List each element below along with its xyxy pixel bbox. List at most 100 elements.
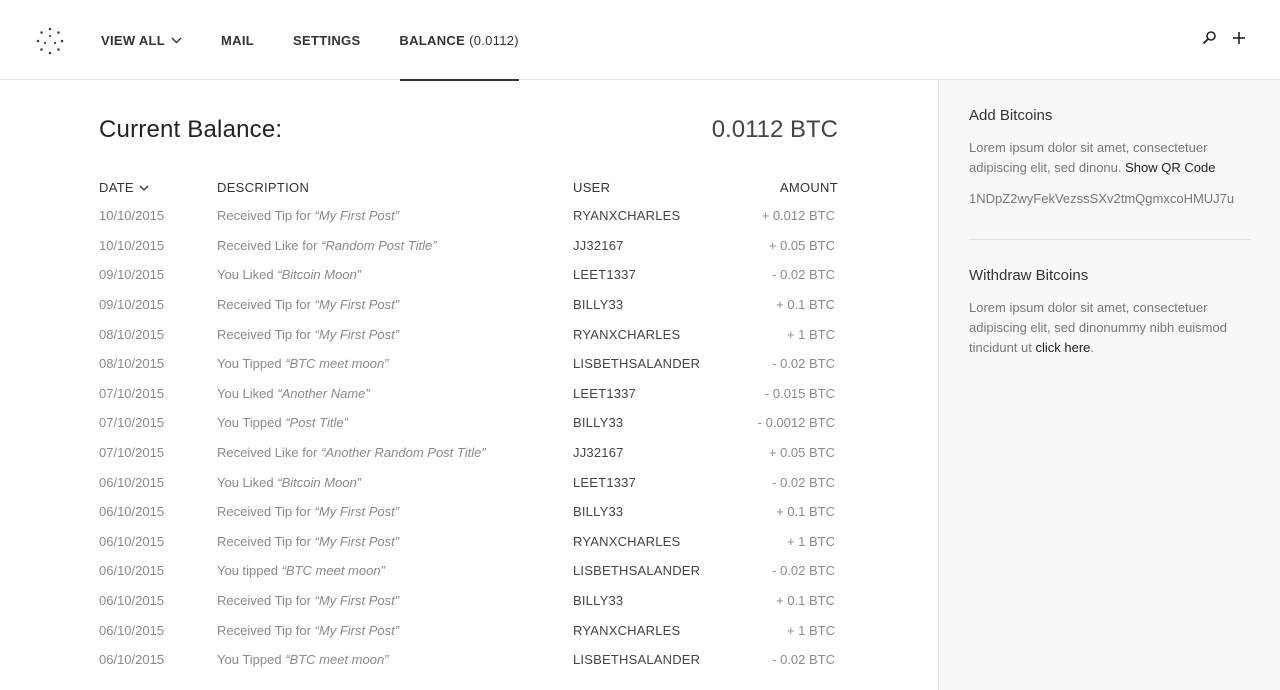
nav-view-all[interactable]: VIEW ALL bbox=[101, 0, 182, 80]
click-here-link[interactable]: click here bbox=[1036, 340, 1091, 355]
row-description-text: Received Tip for bbox=[217, 504, 315, 520]
row-date: 10/10/2015 bbox=[99, 237, 165, 253]
row-user[interactable]: BILLY33 bbox=[573, 408, 733, 438]
row-user[interactable]: BILLY33 bbox=[573, 290, 733, 320]
nav-settings[interactable]: SETTINGS bbox=[293, 0, 360, 80]
col-header-date[interactable]: DATE bbox=[99, 178, 217, 201]
nav-balance-label: BALANCE bbox=[399, 32, 466, 48]
row-description: You Tipped “BTC meet moon” bbox=[217, 349, 573, 379]
show-qr-code-link[interactable]: Show QR Code bbox=[1125, 160, 1215, 175]
row-amount: - 0.02 BTC bbox=[772, 474, 835, 490]
table-row[interactable]: 09/10/2015 Received Tip for “My First Pos… bbox=[99, 290, 839, 320]
top-header: VIEW ALL MAIL SETTINGS BALANCE (0.0112) bbox=[0, 0, 1280, 81]
row-user[interactable]: LEET1337 bbox=[573, 379, 733, 409]
row-user[interactable]: RYANXCHARLES bbox=[573, 527, 733, 557]
col-header-amount: AMOUNT bbox=[779, 179, 838, 195]
row-post-title[interactable]: “My First Post” bbox=[315, 208, 400, 223]
row-description-text: Received Tip for bbox=[217, 297, 315, 313]
table-row[interactable]: 08/10/2015 You Tipped “BTC meet moon” LISB… bbox=[99, 349, 839, 379]
withdraw-bitcoins-text: Lorem ipsum dolor sit amet, consectetuer… bbox=[969, 298, 1251, 358]
row-post-title[interactable]: “BTC meet moon” bbox=[282, 563, 385, 578]
row-user[interactable]: BILLY33 bbox=[573, 586, 733, 616]
col-header-description: DESCRIPTION bbox=[217, 179, 310, 195]
row-post-title[interactable]: “My First Post” bbox=[315, 593, 400, 608]
row-date: 07/10/2015 bbox=[99, 415, 165, 431]
row-description: Received Tip for “My First Post” bbox=[217, 586, 573, 616]
row-description-text: Received Tip for bbox=[217, 208, 315, 224]
transactions-body: 10/10/2015 Received Tip for “My First Pos… bbox=[99, 201, 839, 675]
row-description: Received Tip for “My First Post” bbox=[217, 615, 573, 645]
row-user[interactable]: LISBETHSALANDER bbox=[573, 556, 733, 586]
row-user[interactable]: LEET1337 bbox=[573, 467, 733, 497]
nav-mail[interactable]: MAIL bbox=[221, 0, 254, 80]
row-description-text: You Tipped bbox=[217, 415, 286, 431]
row-date: 10/10/2015 bbox=[99, 208, 165, 224]
search-icon[interactable] bbox=[1201, 30, 1217, 46]
row-description: You Tipped “BTC meet moon” bbox=[217, 645, 573, 675]
row-post-title[interactable]: “BTC meet moon” bbox=[285, 356, 388, 371]
plus-icon[interactable] bbox=[1231, 30, 1247, 46]
row-amount: - 0.02 BTC bbox=[772, 356, 835, 372]
row-amount: + 1 BTC bbox=[786, 533, 835, 549]
table-row[interactable]: 07/10/2015 Received Like for “Another Ran… bbox=[99, 438, 839, 468]
row-user[interactable]: JJ32167 bbox=[573, 231, 733, 261]
row-description: Received Tip for “My First Post” bbox=[217, 201, 573, 231]
row-user[interactable]: RYANXCHARLES bbox=[573, 201, 733, 231]
row-amount: + 1 BTC bbox=[786, 622, 835, 638]
row-date: 06/10/2015 bbox=[99, 563, 165, 579]
row-user[interactable]: RYANXCHARLES bbox=[573, 319, 733, 349]
bitcoin-address[interactable]: 1NDpZ2wyFekVezssSXv2tmQgmxcoHMUJ7u bbox=[969, 191, 1251, 206]
row-description: Received Tip for “My First Post” bbox=[217, 290, 573, 320]
row-post-title[interactable]: “Post Title” bbox=[285, 415, 348, 430]
row-user[interactable]: JJ32167 bbox=[573, 438, 733, 468]
table-row[interactable]: 08/10/2015 Received Tip for “My First Pos… bbox=[99, 319, 839, 349]
add-bitcoins-title: Add Bitcoins bbox=[969, 107, 1053, 124]
row-date: 06/10/2015 bbox=[99, 593, 165, 609]
row-description: Received Like for “Another Random Post T… bbox=[217, 438, 573, 468]
table-row[interactable]: 06/10/2015 Received Tip for “My First Pos… bbox=[99, 615, 839, 645]
row-user[interactable]: RYANXCHARLES bbox=[573, 615, 733, 645]
row-post-title[interactable]: “Random Post Title” bbox=[321, 238, 436, 253]
row-user[interactable]: LEET1337 bbox=[573, 260, 733, 290]
table-row[interactable]: 06/10/2015 You Liked “Bitcoin Moon” LEET13… bbox=[99, 467, 839, 497]
row-amount: - 0.0012 BTC bbox=[757, 415, 835, 431]
row-user[interactable]: LISBETHSALANDER bbox=[573, 349, 733, 379]
row-post-title[interactable]: “My First Post” bbox=[315, 623, 400, 638]
table-row[interactable]: 06/10/2015 Received Tip for “My First Pos… bbox=[99, 527, 839, 557]
row-post-title[interactable]: “Bitcoin Moon” bbox=[277, 267, 361, 282]
row-post-title[interactable]: “Another Random Post Title” bbox=[321, 445, 486, 460]
row-description-text: You Tipped bbox=[217, 652, 286, 668]
row-amount: - 0.02 BTC bbox=[772, 652, 835, 668]
row-post-title[interactable]: “My First Post” bbox=[315, 327, 400, 342]
row-description: You Liked “Bitcoin Moon” bbox=[217, 260, 573, 290]
row-amount: + 0.1 BTC bbox=[776, 593, 835, 609]
table-row[interactable]: 09/10/2015 You Liked “Bitcoin Moon” LEET13… bbox=[99, 260, 839, 290]
row-description-text: Received Tip for bbox=[217, 593, 315, 609]
table-row[interactable]: 06/10/2015 You tipped “BTC meet moon” LISB… bbox=[99, 556, 839, 586]
dotted-circle-logo[interactable] bbox=[34, 25, 66, 57]
transactions-table: DATE DESCRIPTION USER AMOUNT 10/10/2015 R… bbox=[99, 178, 839, 675]
row-post-title[interactable]: “My First Post” bbox=[315, 504, 400, 519]
row-user[interactable]: BILLY33 bbox=[573, 497, 733, 527]
row-post-title[interactable]: “My First Post” bbox=[315, 534, 400, 549]
table-row[interactable]: 06/10/2015 Received Tip for “My First Pos… bbox=[99, 497, 839, 527]
row-post-title[interactable]: “BTC meet moon” bbox=[285, 652, 388, 667]
row-post-title[interactable]: “My First Post” bbox=[315, 297, 400, 312]
withdraw-bitcoins-title: Withdraw Bitcoins bbox=[969, 267, 1089, 284]
nav-balance[interactable]: BALANCE (0.0112) bbox=[399, 0, 519, 81]
row-date: 09/10/2015 bbox=[99, 297, 165, 313]
row-date: 07/10/2015 bbox=[99, 445, 165, 461]
row-description: You Liked “Bitcoin Moon” bbox=[217, 467, 573, 497]
table-row[interactable]: 06/10/2015 Received Tip for “My First Pos… bbox=[99, 586, 839, 616]
table-row[interactable]: 10/10/2015 Received Tip for “My First Pos… bbox=[99, 201, 839, 231]
table-row[interactable]: 07/10/2015 You Tipped “Post Title” BILLY33… bbox=[99, 408, 839, 438]
table-row[interactable]: 06/10/2015 You Tipped “BTC meet moon” LISB… bbox=[99, 645, 839, 675]
table-row[interactable]: 07/10/2015 You Liked “Another Name” LEET13… bbox=[99, 379, 839, 409]
table-row[interactable]: 10/10/2015 Received Like for “Random Post… bbox=[99, 231, 839, 261]
row-user[interactable]: LISBETHSALANDER bbox=[573, 645, 733, 675]
row-post-title[interactable]: “Another Name” bbox=[277, 386, 369, 401]
row-amount: + 0.1 BTC bbox=[776, 504, 835, 520]
row-date: 07/10/2015 bbox=[99, 385, 165, 401]
row-description-text: You Liked bbox=[217, 474, 278, 490]
row-post-title[interactable]: “Bitcoin Moon” bbox=[277, 475, 361, 490]
